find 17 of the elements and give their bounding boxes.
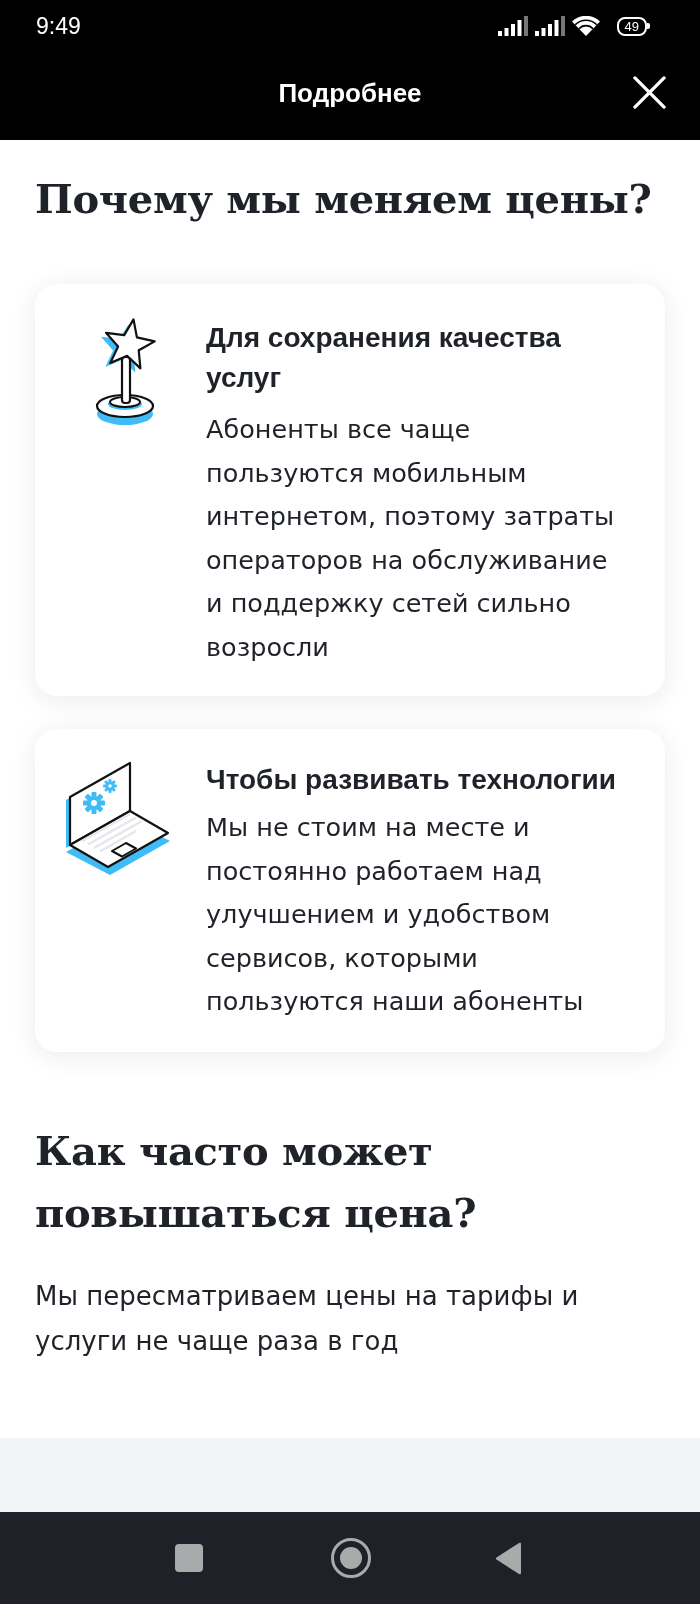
battery-indicator: 49 (616, 16, 650, 36)
back-icon[interactable] (495, 1542, 522, 1575)
section-heading: Почему мы меняем цены? (35, 175, 653, 223)
section-heading: Как часто может повышаться цена? (35, 1125, 478, 1238)
close-icon[interactable] (633, 76, 666, 109)
card-title: Для сохранения качества услуг (206, 321, 562, 395)
signal-icon (534, 16, 565, 36)
laptop-icon (63, 759, 172, 875)
signal-icon (497, 16, 528, 36)
card-text: Абоненты все чаще пользуются мобильным интернетом, поэтому затраты операторов на обслуживание и поддержку сетей сильно возросли (206, 413, 616, 664)
body-text: Мы пересматриваем цены на тарифы и услуги не чаще раза в год (35, 1279, 580, 1358)
status-time: 9:49 (36, 12, 81, 40)
card-title: Чтобы развивать технологии (206, 763, 617, 797)
card-text: Мы не стоим на месте и постоянно работаем над улучшением и удобством сервисов, которыми пользуются наши абоненты (206, 811, 585, 1018)
home-icon[interactable] (331, 1538, 371, 1578)
wifi-icon (571, 16, 600, 36)
header-title: Подробнее (278, 77, 422, 109)
